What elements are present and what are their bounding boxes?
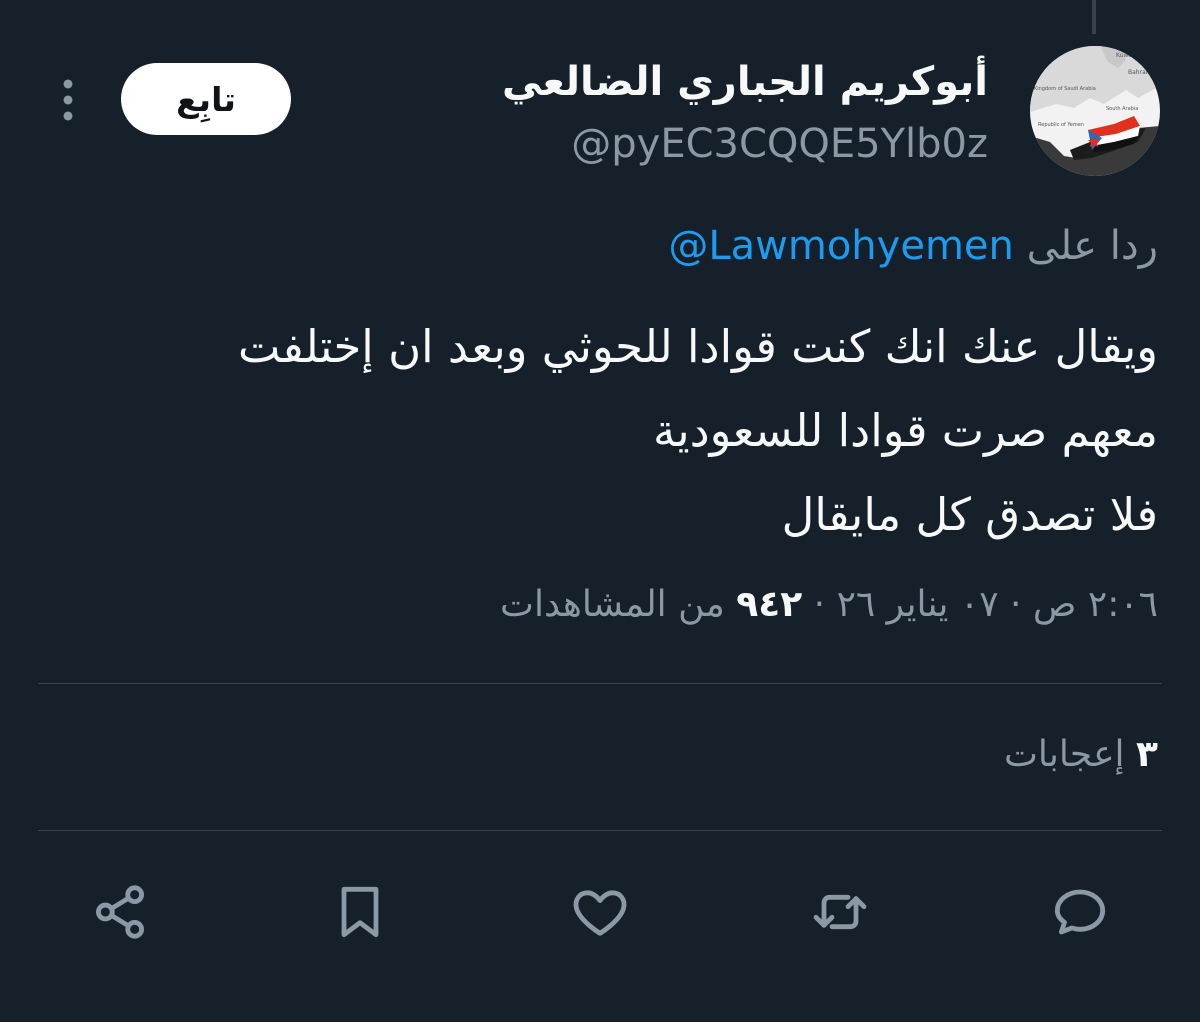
likes-count: ٣ bbox=[1136, 734, 1158, 775]
bookmark-icon[interactable] bbox=[325, 877, 395, 947]
reply-icon[interactable] bbox=[1045, 877, 1115, 947]
likes-label: إعجابات bbox=[1003, 734, 1125, 775]
tweet-date[interactable]: ٠٧ يناير ٢٦ bbox=[837, 584, 999, 625]
avatar-map-image: Kuwait Bahrain Kingdom of Saudi Arabia S… bbox=[1030, 46, 1160, 176]
author-handle[interactable]: @pyEC3CQQE5Ylb0z bbox=[571, 124, 988, 164]
reply-mention-link[interactable]: @Lawmohyemen bbox=[668, 223, 1014, 269]
tweet-time[interactable]: ٢:٠٦ ص bbox=[1033, 584, 1158, 625]
tweet-meta: ٢:٠٦ ص · ٠٧ يناير ٢٦ · ٩٤٢ من المشاهدات bbox=[500, 583, 1158, 626]
views-count: ٩٤٢ bbox=[736, 584, 803, 625]
meta-separator: · bbox=[1009, 584, 1022, 625]
avatar[interactable]: Kuwait Bahrain Kingdom of Saudi Arabia S… bbox=[1030, 46, 1160, 176]
likes-stat[interactable]: ٣ إعجابات bbox=[1004, 733, 1158, 776]
tweet-text-line: ويقال عنك انك كنت قوادا للحوثي وبعد ان إ… bbox=[238, 320, 1158, 373]
share-icon[interactable] bbox=[85, 877, 155, 947]
meta-separator: · bbox=[813, 584, 826, 625]
author-display-name[interactable]: أبوكريم الجباري الضالعي bbox=[502, 62, 988, 102]
tweet-text-line: فلا تصدق كل مايقال bbox=[781, 488, 1158, 541]
like-icon[interactable] bbox=[565, 877, 635, 947]
avatar-label-south-arabia: South Arabia bbox=[1106, 106, 1138, 112]
divider bbox=[38, 830, 1162, 831]
divider bbox=[38, 683, 1162, 684]
tweet-text: ويقال عنك انك كنت قوادا للحوثي وبعد ان إ… bbox=[58, 305, 1158, 557]
reply-context: ردا على @Lawmohyemen bbox=[668, 222, 1158, 270]
reply-prefix: ردا على bbox=[1026, 223, 1158, 269]
avatar-label-yemen: Republic of Yemen bbox=[1038, 122, 1084, 128]
more-options-icon[interactable] bbox=[54, 74, 82, 126]
retweet-icon[interactable] bbox=[805, 877, 875, 947]
avatar-label-saudi: Kingdom of Saudi Arabia bbox=[1034, 86, 1096, 92]
views-label: من المشاهدات bbox=[500, 584, 725, 625]
follow-button[interactable]: تابِع bbox=[121, 63, 291, 135]
avatar-label-kuwait: Kuwait bbox=[1116, 52, 1137, 59]
tweet-text-line: معهم صرت قوادا للسعودية bbox=[652, 404, 1158, 457]
avatar-label-bahrain: Bahrain bbox=[1128, 69, 1151, 76]
thread-connector-line bbox=[1092, 0, 1096, 34]
